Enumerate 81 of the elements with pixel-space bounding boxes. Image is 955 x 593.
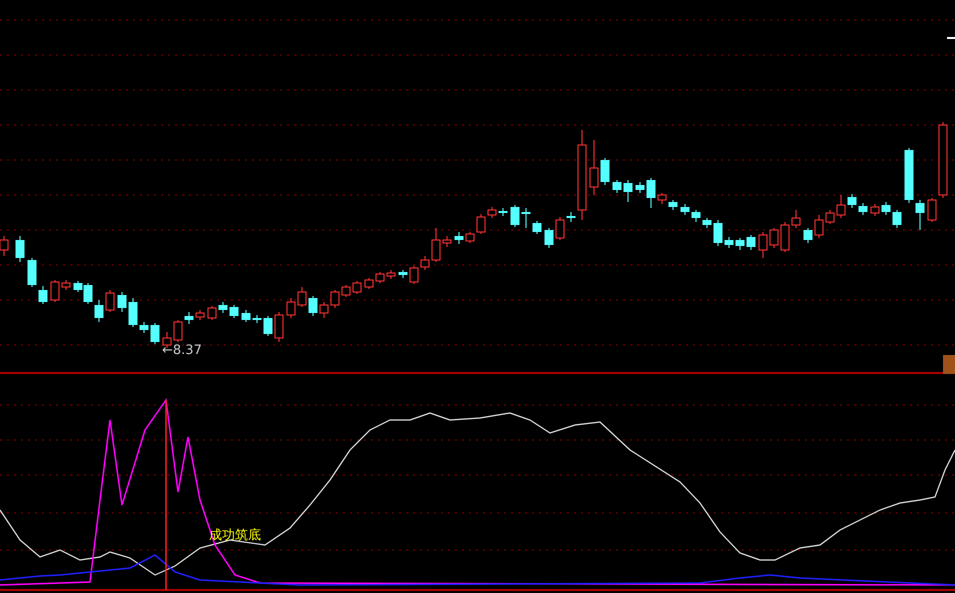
candlestick [62, 280, 70, 290]
tag-marker [943, 355, 955, 374]
candlestick [612, 180, 622, 194]
candlestick [804, 228, 812, 244]
candlestick [230, 304, 238, 318]
candlestick [702, 218, 712, 228]
candlestick [410, 266, 418, 284]
candlestick [466, 232, 474, 244]
candlestick [636, 182, 644, 194]
candlestick [600, 158, 610, 186]
candlestick [566, 212, 576, 222]
candlestick [376, 272, 384, 284]
candlestick [848, 194, 856, 208]
candlestick [792, 210, 800, 228]
candlestick [904, 148, 914, 204]
candlestick [16, 236, 24, 262]
candlestick [746, 234, 756, 250]
candlestick [320, 302, 328, 318]
candlestick [264, 316, 272, 336]
candlestick [770, 228, 778, 248]
candlestick [432, 228, 440, 262]
candlestick [330, 290, 340, 308]
candlestick [510, 204, 520, 228]
candlestick [928, 198, 936, 222]
low-price-label: ←8.37 [162, 344, 202, 357]
candlestick [94, 300, 104, 322]
candlestick [882, 202, 890, 216]
candlestick [184, 312, 194, 324]
candlestick [218, 302, 228, 314]
candlestick [208, 306, 216, 320]
candlestick [118, 292, 126, 312]
candlestick [28, 258, 36, 288]
candlestick [624, 180, 632, 202]
candlestick [826, 210, 834, 224]
candlestick [420, 256, 430, 270]
candlestick [488, 206, 496, 218]
candlestick [386, 270, 396, 280]
candlestick [352, 280, 362, 294]
candlestick [50, 280, 60, 302]
candlestick [814, 214, 824, 238]
candlestick [556, 216, 564, 240]
candlestick [522, 208, 530, 228]
candlestick [836, 194, 846, 218]
candlestick [870, 204, 880, 216]
candlestick [174, 320, 182, 342]
candlestick [646, 178, 656, 208]
candlestick [150, 322, 160, 344]
candlestick [532, 220, 542, 234]
candlestick [398, 270, 408, 278]
candlestick [242, 310, 250, 322]
candlestick [858, 202, 868, 216]
candlestick [916, 200, 924, 230]
candlestick [364, 278, 374, 290]
candlestick [454, 232, 464, 244]
candlestick [544, 228, 554, 248]
candlestick [692, 210, 700, 222]
candlestick [476, 214, 486, 234]
candlestick [308, 296, 318, 316]
candlestick [668, 200, 678, 210]
candlestick [286, 298, 296, 318]
candlestick [442, 236, 452, 248]
candlestick [274, 312, 284, 342]
candlestick [196, 310, 204, 320]
candlestick [892, 210, 902, 228]
candlestick [758, 232, 768, 258]
candlestick [298, 286, 306, 308]
candlestick [590, 140, 598, 196]
candlestick [680, 204, 690, 216]
candlestick [128, 298, 138, 328]
candlestick [140, 322, 148, 334]
candlestick [658, 192, 666, 204]
candlestick [780, 222, 790, 252]
price-tick-mark [947, 37, 955, 39]
candlestick [736, 238, 744, 250]
candlestick [106, 290, 114, 312]
candlestick [498, 208, 508, 216]
candlestick [724, 236, 734, 248]
candlestick [252, 314, 262, 324]
candlestick [38, 286, 48, 304]
candlestick [342, 284, 350, 298]
candlestick [714, 220, 722, 246]
